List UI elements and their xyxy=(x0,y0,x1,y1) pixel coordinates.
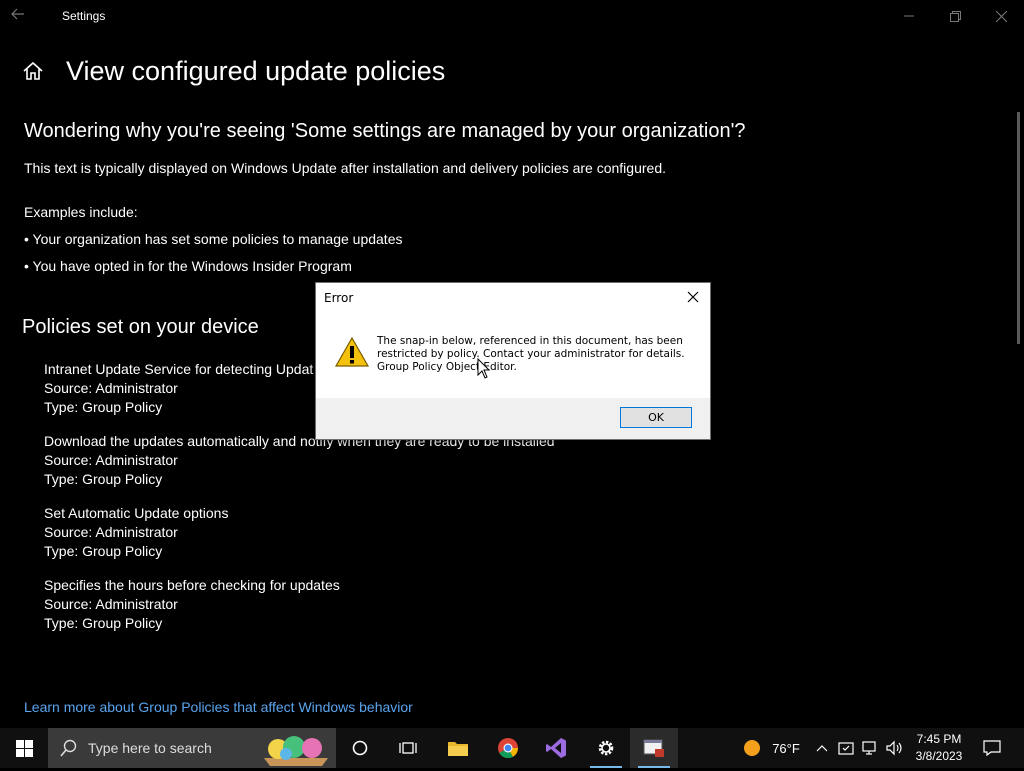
dialog-close-button[interactable] xyxy=(680,285,706,309)
policy-type: Type: Group Policy xyxy=(44,615,163,631)
intro-heading: Wondering why you're seeing 'Some settin… xyxy=(24,120,746,142)
dialog-message-line: Group Policy Object Editor. xyxy=(377,361,517,373)
policy-item: Intranet Update Service for detecting Up… xyxy=(44,360,313,417)
policy-type: Type: Group Policy xyxy=(44,471,163,487)
weather-icon[interactable] xyxy=(740,728,764,768)
volume-icon[interactable] xyxy=(884,728,906,768)
policy-source: Source: Administrator xyxy=(44,596,178,612)
policy-name: Specifies the hours before checking for … xyxy=(44,577,340,593)
file-explorer-icon[interactable] xyxy=(434,728,482,768)
settings-icon[interactable] xyxy=(582,728,630,768)
policy-item: Specifies the hours before checking for … xyxy=(44,576,340,633)
examples-label: Examples include: xyxy=(24,204,138,220)
network-icon[interactable] xyxy=(860,728,882,768)
scrollbar[interactable] xyxy=(1017,112,1020,344)
example-item: • Your organization has set some policie… xyxy=(24,231,403,247)
policy-item: Set Automatic Update options Source: Adm… xyxy=(44,504,228,561)
notification-icon[interactable] xyxy=(976,728,1008,768)
clock-date: 3/8/2023 xyxy=(915,749,963,763)
dialog-title: Error xyxy=(324,291,354,305)
search-highlight-icon xyxy=(260,732,332,771)
policy-source: Source: Administrator xyxy=(44,524,178,540)
dialog-message-line: restricted by policy. Contact your admin… xyxy=(377,348,685,360)
chevron-up-icon[interactable] xyxy=(812,728,832,768)
close-window-button[interactable] xyxy=(978,0,1024,32)
policy-name: Set Automatic Update options xyxy=(44,505,229,521)
search-placeholder: Type here to search xyxy=(88,740,212,756)
back-arrow-icon[interactable] xyxy=(10,6,38,26)
policy-item: Download the updates automatically and n… xyxy=(44,432,555,489)
cortana-icon[interactable] xyxy=(336,728,384,768)
clock-time: 7:45 PM xyxy=(916,732,962,746)
policies-heading: Policies set on your device xyxy=(22,316,259,338)
warning-icon xyxy=(334,336,370,367)
page-title: View configured update policies xyxy=(66,56,446,86)
policy-name: Intranet Update Service for detecting Up… xyxy=(44,361,314,377)
ok-button[interactable]: OK xyxy=(620,407,692,428)
intro-description: This text is typically displayed on Wind… xyxy=(24,160,666,176)
visual-studio-icon[interactable] xyxy=(532,728,580,768)
policy-source: Source: Administrator xyxy=(44,452,178,468)
task-view-icon[interactable] xyxy=(384,728,432,768)
policy-type: Type: Group Policy xyxy=(44,543,163,559)
policy-type: Type: Group Policy xyxy=(44,399,163,415)
example-item: • You have opted in for the Windows Insi… xyxy=(24,258,352,274)
gpedit-icon[interactable] xyxy=(630,728,678,768)
chrome-icon[interactable] xyxy=(484,728,532,768)
taskbar-search-box[interactable]: Type here to search xyxy=(48,728,336,768)
clock[interactable]: 7:45 PM 3/8/2023 xyxy=(908,728,970,768)
dialog-message-line: The snap-in below, referenced in this do… xyxy=(377,335,683,347)
dialog-message: The snap-in below, referenced in this do… xyxy=(377,335,697,374)
taskbar: Type here to search 76°F 7:45 PM 3/8/202… xyxy=(0,728,1024,768)
window-title: Settings xyxy=(62,9,106,23)
weather-temp[interactable]: 76°F xyxy=(766,728,806,768)
error-dialog: Error The snap-in below, referenced in t… xyxy=(315,282,711,440)
home-icon[interactable] xyxy=(22,60,46,84)
minimize-button[interactable] xyxy=(886,0,932,32)
policy-source: Source: Administrator xyxy=(44,380,178,396)
defender-icon[interactable] xyxy=(836,728,856,768)
title-bar: Settings xyxy=(0,0,1024,32)
learn-more-link[interactable]: Learn more about Group Policies that aff… xyxy=(24,699,413,715)
search-icon xyxy=(60,739,78,762)
mouse-cursor-icon xyxy=(477,357,493,380)
windows-start-icon[interactable] xyxy=(0,728,48,768)
restore-button[interactable] xyxy=(932,0,978,32)
